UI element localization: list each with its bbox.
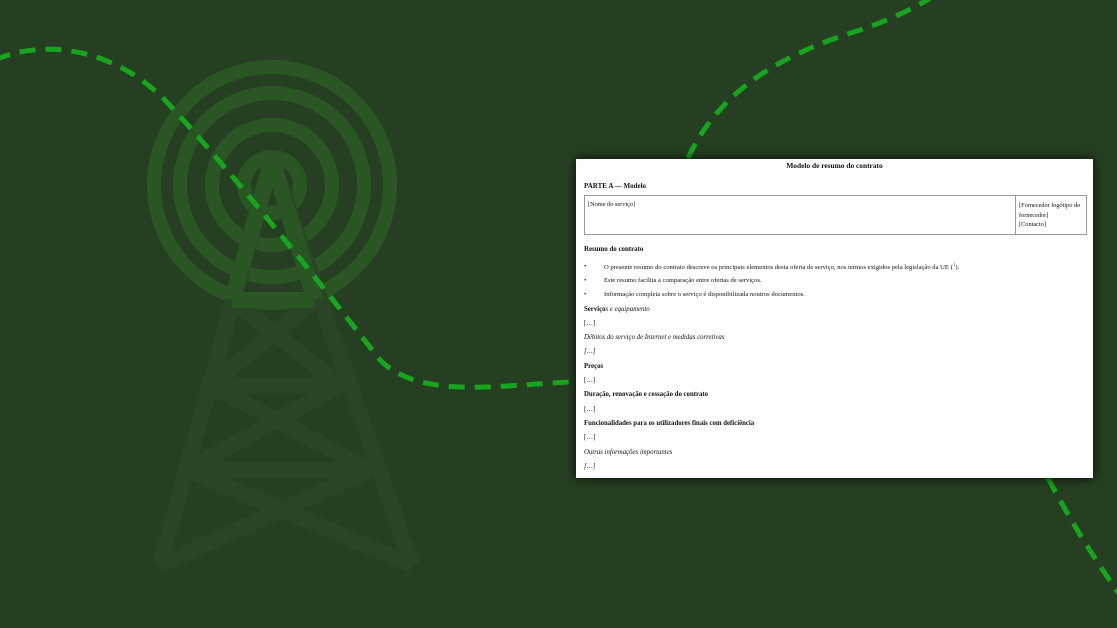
other-info-body: […] [584, 462, 596, 470]
header-table: [Nome do serviço] [Fornecedor logótipo d… [584, 195, 1087, 236]
bullet-dot: • [584, 291, 587, 299]
radio-tower-icon [147, 60, 420, 573]
duration-heading: Duração, renovação e cessação do contrat… [584, 391, 709, 399]
services-heading-italic: s e equipamento [605, 305, 650, 313]
internet-body: […] [584, 348, 596, 356]
duration-body: […] [584, 405, 596, 413]
provider-cell: [Fornecedor logótipo do fornecedor] [Con… [1016, 196, 1086, 234]
bullet-dot: • [584, 262, 587, 270]
dashed-path-line-lower [1045, 476, 1117, 596]
services-heading-bold: Serviço [584, 305, 606, 313]
document-title: Modelo de resumo do contrato [786, 161, 883, 170]
accessibility-heading: Funcionalidades para os utilizadores fin… [584, 419, 755, 427]
prices-body: […] [584, 377, 596, 385]
prices-heading: Preços [584, 362, 604, 370]
services-body: […] [584, 319, 596, 327]
list-item: • O presente resumo do contrato descreve… [584, 263, 1085, 277]
contact-label: [Contacto] [1019, 220, 1046, 228]
part-label: PARTE A — Modelo [584, 182, 647, 190]
bullet-text: Este resumo facilita a comparação entre … [604, 276, 762, 284]
summary-heading: Resumo do contrato [584, 246, 644, 254]
bullet-text: O presente resumo do contrato descreve o… [604, 263, 953, 271]
services-heading: Serviços e equipamento [584, 306, 1085, 320]
footnote-close: ). [955, 263, 960, 271]
scene: Modelo de resumo do contrato PARTE A — M… [0, 0, 1117, 628]
other-info-heading: Outras informações importantes [584, 448, 673, 456]
internet-heading: Débitos do serviço de Internet e medidas… [584, 334, 725, 342]
list-item: • Informação completa sobre o serviço é … [584, 291, 1085, 305]
provider-logo-label: [Fornecedor logótipo do fornecedor] [1019, 202, 1081, 219]
service-name-cell: [Nome do serviço] [585, 196, 1016, 235]
dashed-path-line-upper [685, 0, 932, 160]
contract-summary-document: Modelo de resumo do contrato PARTE A — M… [576, 159, 1093, 478]
summary-bullet-list: • O presente resumo do contrato descreve… [584, 263, 1085, 306]
list-item: • Este resumo facilita a comparação entr… [584, 277, 1085, 291]
accessibility-body: […] [584, 434, 596, 442]
bullet-dot: • [584, 276, 587, 284]
bullet-text: Informação completa sobre o serviço é di… [604, 291, 805, 299]
